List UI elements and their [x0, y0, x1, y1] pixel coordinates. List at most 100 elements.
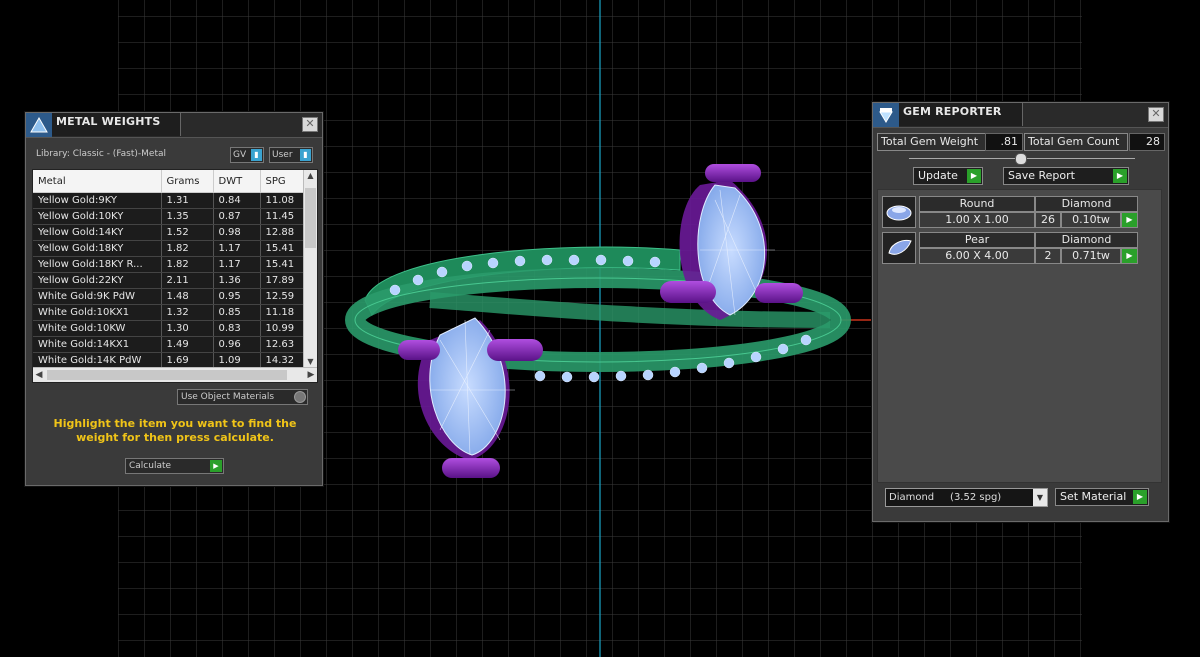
gv-toggle[interactable]: GV ▮ [230, 147, 264, 163]
table-row[interactable]: Yellow Gold:18KY 1.82 1.17 15.41 [33, 240, 312, 257]
use-object-materials-toggle[interactable]: Use Object Materials [177, 389, 308, 405]
column-header-grams[interactable]: Grams [161, 170, 214, 193]
select-gem-arrow-icon[interactable]: ▶ [1121, 212, 1138, 228]
gem-count: 26 [1035, 212, 1061, 228]
pear-gem-thumbnail [882, 232, 916, 264]
metal-cell: Yellow Gold:14KY [33, 224, 162, 241]
metal-table-header: Metal Grams DWT SPG [33, 170, 312, 193]
dwt-cell: 0.84 [213, 192, 261, 209]
gem-count: 2 [1035, 248, 1061, 264]
metal-weights-app-icon [26, 113, 52, 137]
grams-cell: 1.31 [161, 192, 214, 209]
use-object-materials-label: Use Object Materials [181, 392, 275, 402]
metal-cell: Yellow Gold:18KY R... [33, 256, 162, 273]
gem-shape: Pear [919, 232, 1035, 248]
gem-size: 6.00 X 4.00 [919, 248, 1035, 264]
scroll-up-icon[interactable]: ▲ [304, 170, 317, 182]
dwt-cell: 0.96 [213, 336, 261, 353]
metal-table[interactable]: Metal Grams DWT SPG Yellow Gold:9KY 1.31 0… [32, 169, 318, 383]
gem-reporter-app-icon [873, 103, 899, 127]
table-row[interactable]: Yellow Gold:22KY 2.11 1.36 17.89 [33, 272, 312, 289]
metal-weights-title: METAL WEIGHTS [52, 113, 182, 136]
user-toggle[interactable]: User ▮ [269, 147, 313, 163]
radio-dot-icon [294, 391, 306, 403]
dwt-cell: 1.36 [213, 272, 261, 289]
gem-row[interactable]: Pear Diamond 6.00 X 4.00 2 0.71tw ▶ [882, 232, 1140, 264]
set-material-button[interactable]: Set Material ▶ [1055, 488, 1149, 506]
metal-cell: White Gold:9K PdW [33, 288, 162, 305]
scroll-left-icon[interactable]: ◀ [33, 368, 45, 382]
metal-weights-panel: METAL WEIGHTS ✕ Library: Classic - (Fast… [25, 112, 323, 486]
gem-size: 1.00 X 1.00 [919, 212, 1035, 228]
table-row[interactable]: Yellow Gold:9KY 1.31 0.84 11.08 [33, 192, 312, 209]
gem-weight: 0.10tw [1061, 212, 1121, 228]
save-report-button-label: Save Report [1008, 169, 1075, 182]
grams-cell: 1.30 [161, 320, 214, 337]
table-row[interactable]: Yellow Gold:18KY R... 1.82 1.17 15.41 [33, 256, 312, 273]
table-row[interactable]: White Gold:14KX1 1.49 0.96 12.63 [33, 336, 312, 353]
round-gem-thumbnail [882, 196, 916, 228]
gem-reporter-close-button[interactable]: ✕ [1148, 107, 1164, 122]
grams-cell: 1.35 [161, 208, 214, 225]
gem-reporter-titlebar[interactable]: GEM REPORTER ✕ [873, 103, 1168, 128]
grams-cell: 1.82 [161, 256, 214, 273]
grams-cell: 1.32 [161, 304, 214, 321]
dwt-cell: 0.98 [213, 224, 261, 241]
total-gem-weight-label: Total Gem Weight [877, 133, 988, 151]
select-gem-arrow-icon[interactable]: ▶ [1121, 248, 1138, 264]
column-header-dwt[interactable]: DWT [213, 170, 261, 193]
dwt-cell: 0.87 [213, 208, 261, 225]
play-arrow-icon: ▶ [1133, 490, 1147, 504]
update-button[interactable]: Update ▶ [913, 167, 983, 185]
play-arrow-icon: ▶ [967, 169, 981, 183]
scroll-right-icon[interactable]: ▶ [305, 368, 317, 382]
table-row[interactable]: White Gold:10KW 1.30 0.83 10.99 [33, 320, 312, 337]
grams-cell: 1.52 [161, 224, 214, 241]
gem-row[interactable]: Round Diamond 1.00 X 1.00 26 0.10tw ▶ [882, 196, 1140, 228]
metal-cell: White Gold:10KX1 [33, 304, 162, 321]
gem-list[interactable]: Round Diamond 1.00 X 1.00 26 0.10tw ▶ Pe… [877, 189, 1162, 483]
play-arrow-icon: ▶ [1113, 169, 1127, 183]
metal-cell: White Gold:10KW [33, 320, 162, 337]
column-header-metal[interactable]: Metal [33, 170, 162, 193]
table-row[interactable]: Yellow Gold:14KY 1.52 0.98 12.88 [33, 224, 312, 241]
grams-cell: 1.82 [161, 240, 214, 257]
library-label: Library: Classic - (Fast)-Metal [36, 149, 167, 159]
dwt-cell: 1.17 [213, 256, 261, 273]
dwt-cell: 1.17 [213, 240, 261, 257]
material-select-value: Diamond (3.52 spg) [889, 492, 1002, 503]
table-row[interactable]: Yellow Gold:10KY 1.35 0.87 11.45 [33, 208, 312, 225]
calculate-button-label: Calculate [129, 461, 172, 471]
table-row[interactable]: White Gold:9K PdW 1.48 0.95 12.59 [33, 288, 312, 305]
metal-table-horizontal-scrollbar[interactable]: ◀ ▶ [33, 367, 317, 382]
metal-weights-titlebar[interactable]: METAL WEIGHTS ✕ [26, 113, 322, 138]
chevron-down-icon[interactable]: ▼ [1033, 489, 1047, 506]
user-toggle-label: User [272, 150, 293, 160]
metal-table-vertical-scrollbar[interactable]: ▲ ▼ [303, 170, 317, 368]
calculate-button[interactable]: Calculate ▶ [125, 458, 224, 474]
update-button-label: Update [918, 169, 958, 182]
gv-toggle-label: GV [233, 150, 247, 160]
metal-cell: Yellow Gold:22KY [33, 272, 162, 289]
total-gem-count-label: Total Gem Count [1024, 133, 1128, 151]
dwt-cell: 0.85 [213, 304, 261, 321]
metal-weights-close-button[interactable]: ✕ [302, 117, 318, 132]
grams-cell: 1.48 [161, 288, 214, 305]
metal-cell: White Gold:14KX1 [33, 336, 162, 353]
save-report-button[interactable]: Save Report ▶ [1003, 167, 1129, 185]
vertical-scroll-thumb[interactable] [305, 188, 316, 248]
splitter-handle[interactable] [1015, 153, 1027, 165]
dwt-cell: 0.95 [213, 288, 261, 305]
horizontal-scroll-thumb[interactable] [47, 370, 287, 380]
user-toggle-icon: ▮ [300, 149, 311, 161]
gem-material: Diamond [1035, 196, 1138, 212]
total-gem-count-value: 28 [1129, 133, 1165, 151]
grams-cell: 1.49 [161, 336, 214, 353]
material-select[interactable]: Diamond (3.52 spg) ▼ [885, 488, 1048, 507]
gem-reporter-panel: GEM REPORTER ✕ Total Gem Weight .81 Tota… [872, 102, 1169, 522]
metal-cell: Yellow Gold:18KY [33, 240, 162, 257]
table-row[interactable]: White Gold:10KX1 1.32 0.85 11.18 [33, 304, 312, 321]
set-material-button-label: Set Material [1060, 490, 1127, 503]
grams-cell: 2.11 [161, 272, 214, 289]
total-gem-weight-value: .81 [985, 133, 1023, 151]
